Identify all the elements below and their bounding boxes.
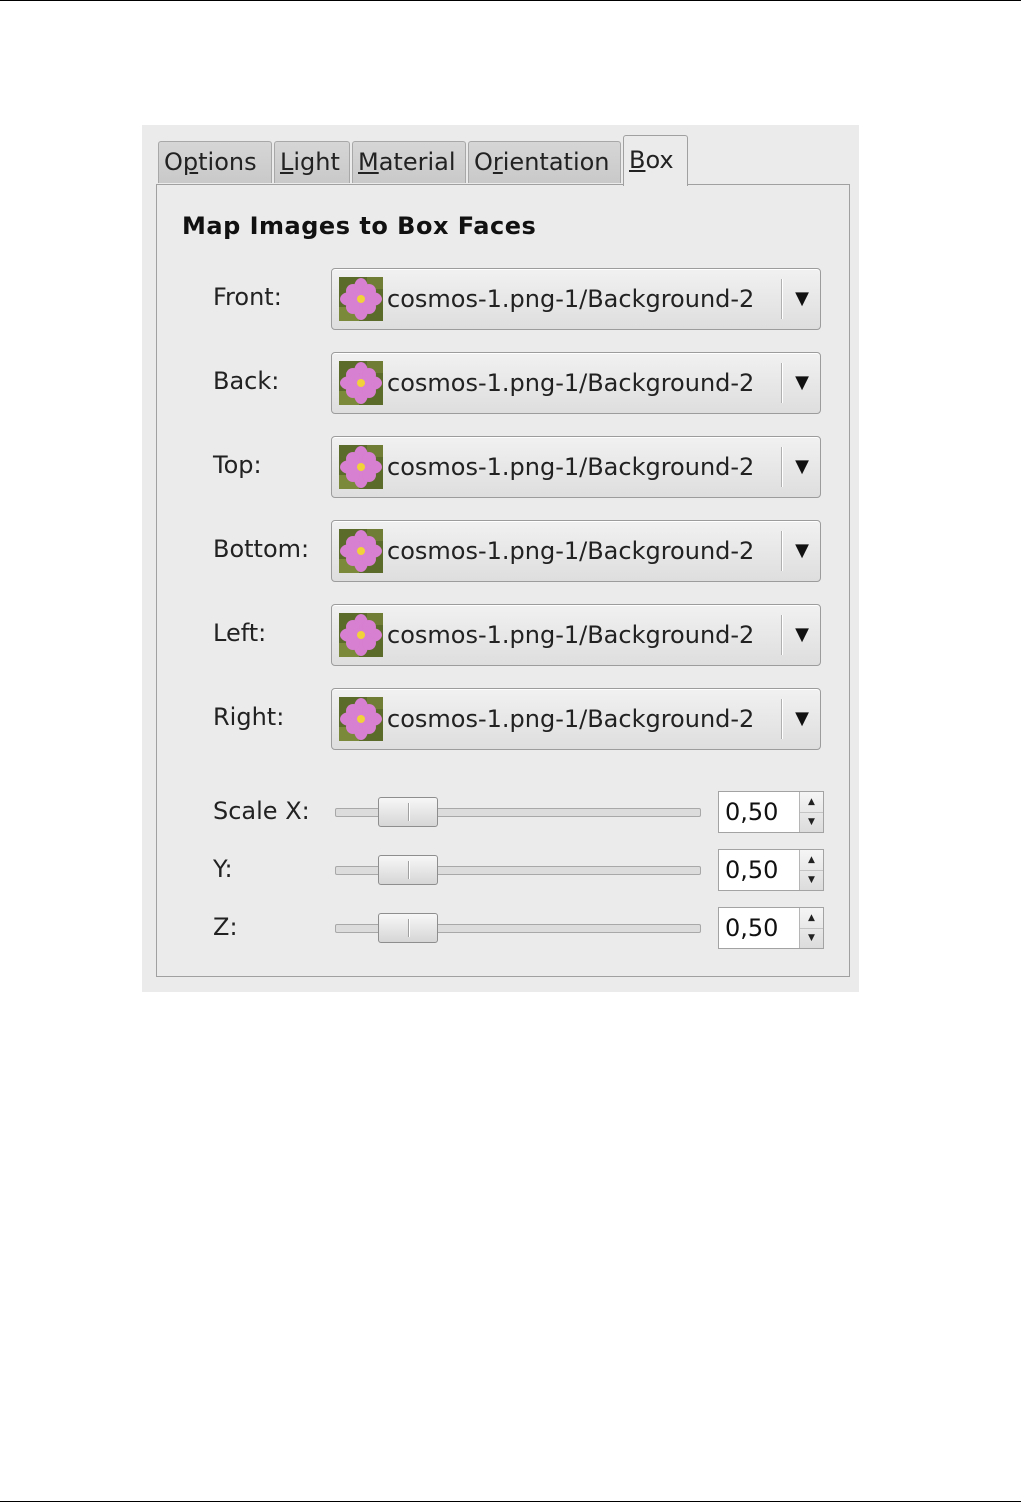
slider-grip [407,919,409,937]
section-heading: Map Images to Box Faces [182,212,537,240]
dropdown-arrow-icon[interactable]: ▼ [787,689,817,749]
flower-thumbnail-icon [339,277,383,321]
spin-down-icon[interactable]: ▼ [800,812,823,832]
scale-z-label: Z: [213,913,238,941]
scale-y-slider-handle[interactable] [377,855,438,885]
tab-box[interactable]: Box [623,135,688,186]
dropdown-arrow-icon[interactable]: ▼ [787,353,817,413]
back-label: Back: [213,367,280,395]
combo-separator [781,363,782,403]
combo-separator [781,615,782,655]
slider-grip [407,861,409,879]
dialog-panel: Options Light Material Orientation Box M… [142,125,859,992]
tab-light[interactable]: Light [274,141,350,183]
slider-grip [407,803,409,821]
right-image-combo[interactable]: cosmos-1.png-1/Background-2 ▼ [331,688,821,750]
combo-value: cosmos-1.png-1/Background-2 [387,537,755,565]
tab-mnemonic: L [280,148,294,176]
dropdown-arrow-icon[interactable]: ▼ [787,269,817,329]
spin-up-icon[interactable]: ▲ [800,908,823,929]
spin-buttons: ▲ ▼ [799,908,823,948]
combo-separator [781,531,782,571]
combo-value: cosmos-1.png-1/Background-2 [387,621,755,649]
scale-y-label: Y: [213,855,233,883]
tab-label: aterial [378,148,456,176]
page-bottom-rule [0,1501,1021,1502]
back-image-combo[interactable]: cosmos-1.png-1/Background-2 ▼ [331,352,821,414]
combo-value: cosmos-1.png-1/Background-2 [387,705,755,733]
spin-buttons: ▲ ▼ [799,792,823,832]
spin-value: 0,50 [725,798,779,826]
tab-mnemonic: r [492,148,503,176]
spin-buttons: ▲ ▼ [799,850,823,890]
scale-z-spinbox[interactable]: 0,50 ▲ ▼ [718,907,824,949]
right-label: Right: [213,703,285,731]
page-top-rule [0,0,1021,1]
top-image-combo[interactable]: cosmos-1.png-1/Background-2 ▼ [331,436,821,498]
spin-value: 0,50 [725,856,779,884]
combo-separator [781,447,782,487]
spin-down-icon[interactable]: ▼ [800,928,823,948]
tab-label: O [474,148,493,176]
dropdown-arrow-icon[interactable]: ▼ [787,521,817,581]
spin-down-icon[interactable]: ▼ [800,870,823,890]
flower-thumbnail-icon [339,613,383,657]
flower-thumbnail-icon [339,697,383,741]
tab-label: ox [645,146,674,174]
tab-label: tions [198,148,257,176]
flower-thumbnail-icon [339,529,383,573]
tab-label: ight [293,148,340,176]
tab-label: O [164,148,183,176]
box-tab-page: Map Images to Box Faces Front: cosmos-1.… [156,184,850,977]
combo-value: cosmos-1.png-1/Background-2 [387,285,755,313]
spin-value: 0,50 [725,914,779,942]
combo-value: cosmos-1.png-1/Background-2 [387,453,755,481]
scale-z-slider-handle[interactable] [377,913,438,943]
scale-x-spinbox[interactable]: 0,50 ▲ ▼ [718,791,824,833]
tab-mnemonic: M [358,148,379,176]
tab-mnemonic: p [182,148,199,176]
left-image-combo[interactable]: cosmos-1.png-1/Background-2 ▼ [331,604,821,666]
scale-y-spinbox[interactable]: 0,50 ▲ ▼ [718,849,824,891]
tab-orientation[interactable]: Orientation [468,141,621,183]
left-label: Left: [213,619,267,647]
combo-separator [781,279,782,319]
spin-up-icon[interactable]: ▲ [800,792,823,813]
tab-options[interactable]: Options [158,141,272,183]
dropdown-arrow-icon[interactable]: ▼ [787,437,817,497]
front-label: Front: [213,283,282,311]
scale-x-label: Scale X: [213,797,310,825]
flower-thumbnail-icon [339,361,383,405]
top-label: Top: [213,451,262,479]
bottom-image-combo[interactable]: cosmos-1.png-1/Background-2 ▼ [331,520,821,582]
spin-up-icon[interactable]: ▲ [800,850,823,871]
combo-value: cosmos-1.png-1/Background-2 [387,369,755,397]
tab-mnemonic: B [629,146,646,174]
combo-separator [781,699,782,739]
tab-material[interactable]: Material [352,141,466,183]
scale-x-slider-handle[interactable] [377,797,438,827]
front-image-combo[interactable]: cosmos-1.png-1/Background-2 ▼ [331,268,821,330]
flower-thumbnail-icon [339,445,383,489]
dropdown-arrow-icon[interactable]: ▼ [787,605,817,665]
tab-label: ientation [502,148,610,176]
bottom-label: Bottom: [213,535,310,563]
